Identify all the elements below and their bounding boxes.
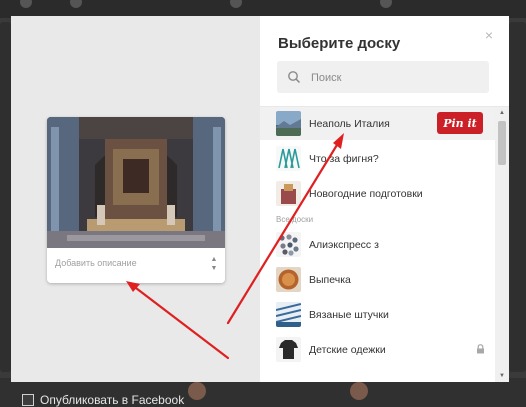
modal-title: Выберите доску: [278, 35, 401, 52]
board-chooser-pane: Выберите доску × Неаполь Италия Pin it: [260, 16, 509, 382]
board-thumbnail: [276, 146, 301, 171]
search-icon: [288, 71, 301, 84]
board-thumbnail: [276, 181, 301, 206]
description-field[interactable]: Добавить описание: [55, 253, 205, 277]
pin-card: Добавить описание ▲ ▼: [47, 117, 225, 283]
board-name: Детские одежки: [309, 343, 386, 356]
board-row-naples[interactable]: Неаполь Италия Pin it: [260, 107, 495, 140]
lock-icon: [477, 344, 484, 354]
board-picker-modal: Добавить описание ▲ ▼ Выберите доску × П…: [11, 16, 509, 382]
background-avatar-3: [230, 0, 242, 8]
description-scroll-stepper[interactable]: ▲ ▼: [209, 255, 219, 275]
board-row[interactable]: Алиэкспресс з: [260, 228, 495, 261]
caret-up-icon[interactable]: ▲: [209, 255, 219, 264]
background-avatar-2: [70, 0, 82, 8]
background-avatar-4: [380, 0, 392, 8]
board-thumbnail: [276, 232, 301, 257]
board-list: Неаполь Италия Pin it Что за фигня? Ново…: [260, 107, 495, 382]
board-name: Алиэкспресс з: [309, 238, 379, 251]
board-name: Выпечка: [309, 273, 351, 286]
board-name: Неаполь Италия: [309, 117, 390, 130]
search-input[interactable]: [309, 69, 483, 87]
background-card: [509, 22, 526, 372]
scroll-up-icon[interactable]: ▲: [495, 107, 509, 119]
scrollbar-thumb[interactable]: [498, 121, 506, 165]
facebook-share-row[interactable]: Опубликовать в Facebook: [22, 393, 184, 407]
board-row[interactable]: Вязаные штучки: [260, 298, 495, 331]
board-search[interactable]: [277, 61, 489, 93]
close-icon[interactable]: ×: [485, 27, 493, 43]
facebook-checkbox[interactable]: [22, 394, 34, 406]
board-list-scrollbar[interactable]: ▲ ▼: [495, 107, 509, 382]
background-avatar: [188, 382, 206, 400]
board-row[interactable]: Детские одежки: [260, 333, 495, 366]
scroll-down-icon[interactable]: ▼: [495, 370, 509, 382]
board-name: Новогодние подготовки: [309, 187, 423, 200]
background-avatar: [350, 382, 368, 400]
board-thumbnail: [276, 302, 301, 327]
facebook-label: Опубликовать в Facebook: [40, 393, 185, 407]
caret-down-icon[interactable]: ▼: [209, 264, 219, 273]
board-row[interactable]: Выпечка: [260, 263, 495, 296]
board-thumbnail: [276, 111, 301, 136]
pin-it-button[interactable]: Pin it: [437, 112, 483, 134]
background-avatar-1: [20, 0, 32, 8]
background-card: [0, 22, 11, 372]
pin-image: [47, 117, 225, 248]
description-placeholder: Добавить описание: [55, 258, 137, 268]
board-row[interactable]: Что за фигня?: [260, 142, 495, 175]
board-name: Вязаные штучки: [309, 308, 389, 321]
pin-preview-pane: Добавить описание ▲ ▼: [11, 16, 260, 382]
all-boards-label: Все доски: [276, 215, 314, 224]
board-name: Что за фигня?: [309, 152, 379, 165]
board-row[interactable]: Новогодние подготовки: [260, 177, 495, 210]
board-thumbnail: [276, 337, 301, 362]
board-thumbnail: [276, 267, 301, 292]
